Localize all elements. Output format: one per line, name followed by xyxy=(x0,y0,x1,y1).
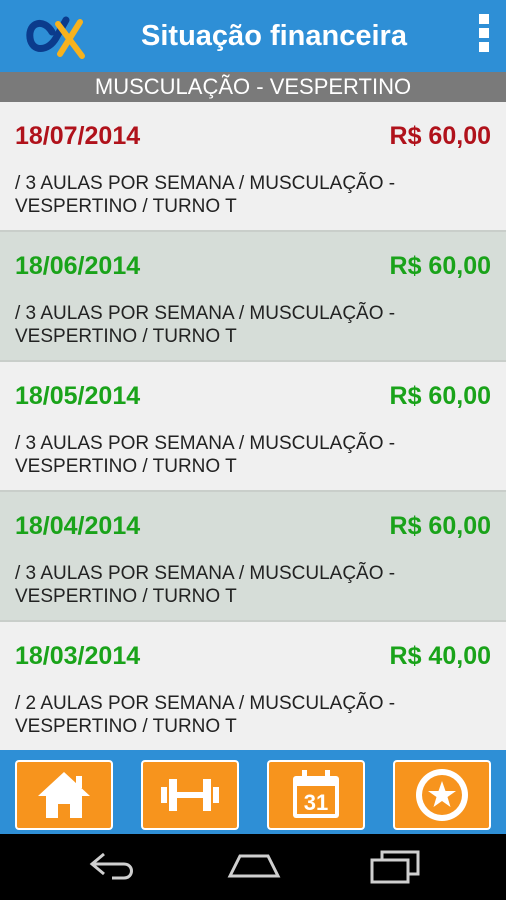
payment-amount: R$ 60,00 xyxy=(389,382,491,410)
overflow-menu-icon[interactable] xyxy=(474,14,494,58)
list-item[interactable]: 18/07/2014 R$ 60,00 / 3 AULAS POR SEMANA… xyxy=(0,102,506,232)
home-outline-icon[interactable] xyxy=(226,848,282,884)
back-icon[interactable] xyxy=(86,848,138,884)
list-item[interactable]: 18/05/2014 R$ 60,00 / 3 AULAS POR SEMANA… xyxy=(0,362,506,492)
calendar-button[interactable]: 31 xyxy=(267,760,365,830)
section-header: MUSCULAÇÃO - VESPERTINO xyxy=(0,72,506,102)
payment-date: 18/06/2014 xyxy=(15,252,141,280)
payment-amount: R$ 40,00 xyxy=(389,642,491,670)
payment-description: / 3 AULAS POR SEMANA / MUSCULAÇÃO - VESP… xyxy=(15,563,396,607)
payment-description: / 2 AULAS POR SEMANA / MUSCULAÇÃO - VESP… xyxy=(15,693,396,737)
payment-date: 18/07/2014 xyxy=(15,122,141,150)
payment-amount: R$ 60,00 xyxy=(389,122,491,150)
star-badge-icon xyxy=(416,769,468,821)
payment-date: 18/05/2014 xyxy=(15,382,141,410)
payment-list: 18/07/2014 R$ 60,00 / 3 AULAS POR SEMANA… xyxy=(0,102,506,750)
home-icon xyxy=(38,772,90,818)
achievements-button[interactable] xyxy=(393,760,491,830)
calendar-day-label: 31 xyxy=(304,790,328,815)
system-nav-bar xyxy=(0,834,506,900)
payment-amount: R$ 60,00 xyxy=(389,252,491,280)
dumbbell-icon xyxy=(161,779,219,811)
payment-date: 18/03/2014 xyxy=(15,642,141,670)
calendar-icon: 31 xyxy=(293,770,339,818)
list-item[interactable]: 18/06/2014 R$ 60,00 / 3 AULAS POR SEMANA… xyxy=(0,232,506,362)
list-item[interactable]: 18/03/2014 R$ 40,00 / 2 AULAS POR SEMANA… xyxy=(0,622,506,750)
payment-description: / 3 AULAS POR SEMANA / MUSCULAÇÃO - VESP… xyxy=(15,303,396,347)
recent-apps-icon[interactable] xyxy=(368,848,422,884)
workout-button[interactable] xyxy=(141,760,239,830)
payment-amount: R$ 60,00 xyxy=(389,512,491,540)
list-item[interactable]: 18/04/2014 R$ 60,00 / 3 AULAS POR SEMANA… xyxy=(0,492,506,622)
app-bar: Situação financeira xyxy=(0,0,506,72)
home-button[interactable] xyxy=(15,760,113,830)
payment-description: / 3 AULAS POR SEMANA / MUSCULAÇÃO - VESP… xyxy=(15,433,396,477)
bottom-nav: 31 xyxy=(0,750,506,834)
page-title: Situação financeira xyxy=(141,20,407,52)
payment-date: 18/04/2014 xyxy=(15,512,141,540)
payment-description: / 3 AULAS POR SEMANA / MUSCULAÇÃO - VESP… xyxy=(15,173,396,217)
